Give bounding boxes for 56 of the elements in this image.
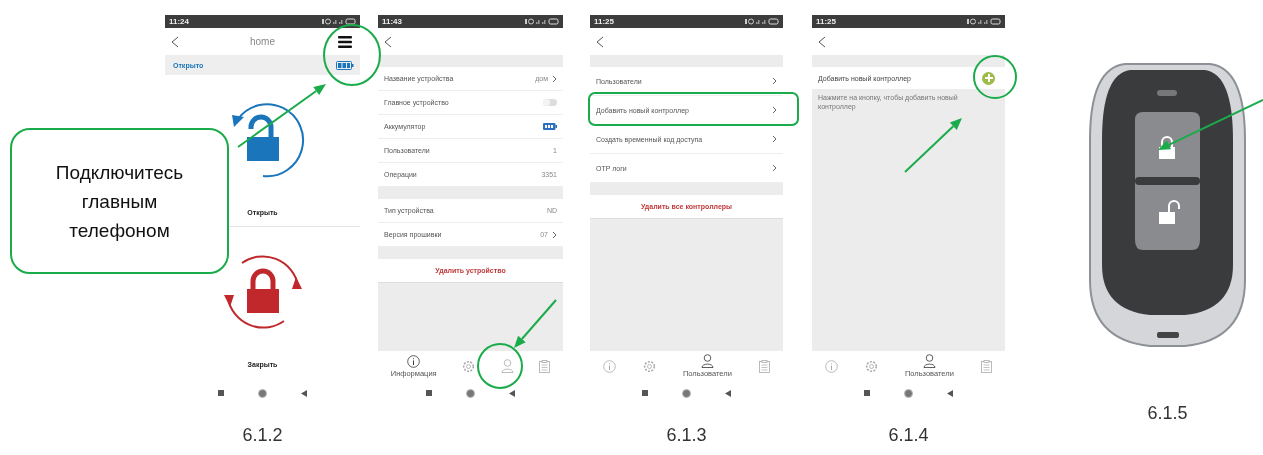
screen-title: home (250, 36, 275, 47)
back-nav-icon[interactable] (301, 389, 307, 397)
status-time: 11:25 (594, 17, 615, 26)
tab-button[interactable] (462, 359, 476, 373)
chevron-right-icon (772, 106, 777, 114)
clipboard-icon (758, 359, 770, 373)
back-nav-icon[interactable] (509, 389, 515, 397)
highlight-circle (973, 55, 1017, 99)
user-icon (500, 359, 514, 373)
back-icon[interactable] (818, 35, 826, 48)
figure-caption: 6.1.3 (666, 425, 707, 446)
status-time: 11:25 (816, 17, 837, 26)
home-icon[interactable] (466, 388, 475, 398)
back-nav-icon[interactable] (725, 389, 731, 397)
highlight-circle (323, 24, 381, 86)
home-icon[interactable] (904, 388, 913, 398)
pointer-arrow (904, 118, 962, 173)
chevron-right-icon (552, 230, 557, 239)
user-icon (922, 354, 936, 368)
back-icon[interactable] (171, 35, 179, 48)
info-icon (407, 354, 421, 368)
chevron-right-icon (772, 77, 777, 85)
battery-icon (543, 123, 557, 130)
chevron-right-icon (772, 164, 777, 172)
home-icon[interactable] (682, 388, 691, 398)
chevron-right-icon (772, 135, 777, 143)
tab-button[interactable] (643, 359, 657, 373)
back-icon[interactable] (596, 35, 604, 48)
battery-icon (336, 60, 354, 70)
info-icon (825, 359, 839, 373)
status-icons (525, 18, 559, 25)
home-icon[interactable] (258, 388, 267, 398)
status-icons (745, 18, 779, 25)
highlight-circle (477, 343, 523, 389)
pointer-arrow (514, 299, 557, 348)
status-time: 11:24 (169, 17, 190, 26)
user-icon (700, 354, 714, 368)
status-icons (322, 18, 356, 25)
toggle-switch[interactable] (543, 99, 557, 106)
callout-tooltip: Подключитесь главным телефоном (10, 128, 229, 274)
figure-caption: 6.1.5 (1147, 403, 1188, 424)
figure-caption: 6.1.2 (242, 425, 283, 446)
clipboard-icon (980, 359, 992, 373)
back-icon[interactable] (384, 35, 392, 48)
clipboard-icon (539, 359, 551, 373)
settings-icon (865, 359, 879, 373)
figure-caption: 6.1.4 (888, 425, 929, 446)
settings-icon (643, 359, 657, 373)
status-icons (967, 18, 1001, 25)
settings-icon (462, 359, 476, 373)
tab-button[interactable] (865, 359, 879, 373)
chevron-right-icon (552, 74, 557, 83)
menu-icon[interactable] (338, 35, 352, 48)
back-nav-icon[interactable] (947, 389, 953, 397)
info-icon (603, 359, 617, 373)
status-time: 11:43 (382, 17, 403, 26)
